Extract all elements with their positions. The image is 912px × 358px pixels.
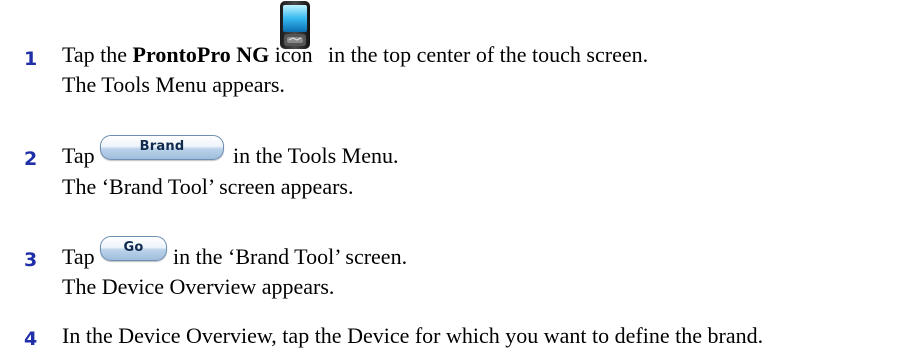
pronto-device-icon[interactable] (278, 0, 312, 50)
step-text-post: in the ‘Brand Tool’ screen. (173, 244, 408, 269)
step-number: 4 (24, 328, 38, 350)
step-text-post: in the top center of the touch screen. (328, 42, 649, 67)
step-instruction: Tap the ProntoPro NG icon (62, 44, 313, 66)
step-result: The Device Overview appears. (62, 274, 335, 299)
brand-button[interactable]: Brand (100, 135, 224, 160)
step-instruction: In the Device Overview, tap the Device f… (62, 323, 764, 348)
step-result: The ‘Brand Tool’ screen appears. (62, 174, 354, 199)
step-text-post: in the Tools Menu. (233, 143, 399, 168)
step-number: 1 (24, 48, 38, 70)
go-button[interactable]: Go (100, 236, 167, 261)
step-number: 2 (24, 148, 38, 170)
step-number: 3 (24, 249, 38, 271)
product-name: ProntoPro NG (132, 42, 270, 67)
step-text-pre: Tap (62, 244, 95, 269)
step-result: The Tools Menu appears. (62, 72, 285, 97)
step-text-pre: Tap the (62, 42, 128, 67)
step-text-pre: Tap (62, 143, 95, 168)
